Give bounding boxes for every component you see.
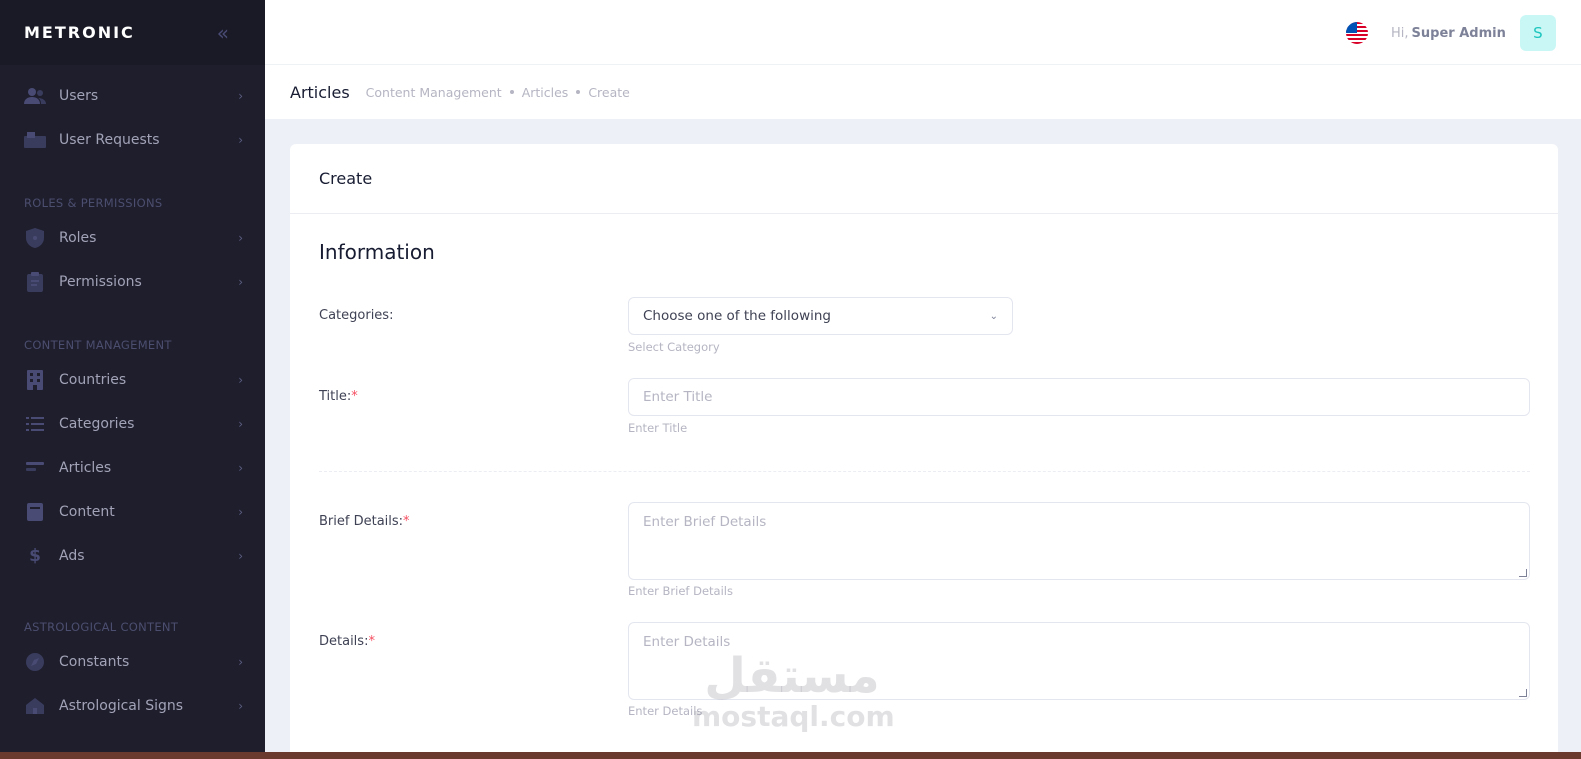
sidebar-item-label: Astrological Signs [59,698,184,714]
chevron-right-icon: › [238,549,243,563]
categories-select[interactable]: Choose one of the following ⌄ [628,297,1013,335]
brief-details-placeholder: Enter Brief Details [643,514,767,530]
sidebar-item-articles[interactable]: Articles › [0,446,265,490]
user-name: Super Admin [1411,25,1506,41]
sidebar-item-ads[interactable]: $ Ads › [0,534,265,578]
categories-hint: Select Category [628,340,720,354]
dollar-icon: $ [29,546,41,566]
sidebar-item-label: Roles [59,230,97,246]
categories-select-value: Choose one of the following [643,308,831,324]
details-label: Details:* [319,634,375,649]
chevron-right-icon: › [238,133,243,147]
categories-label-text: Categories: [319,308,394,323]
section-astrological-content: ASTROLOGICAL CONTENT [24,620,179,634]
breadcrumb-articles[interactable]: Articles [522,85,569,100]
watermark-arabic: مستقل [704,648,880,704]
sidebar-item-label: Articles [59,460,112,476]
clipboard-icon [24,272,46,292]
brief-details-label: Brief Details:* [319,514,410,529]
greeting-text: Hi, [1391,25,1409,41]
collapse-sidebar-icon[interactable]: « [217,21,229,45]
home-icon [24,696,46,716]
sidebar-item-categories[interactable]: Categories › [0,402,265,446]
section-content-management: CONTENT MANAGEMENT [24,338,172,352]
brief-details-textarea[interactable]: Enter Brief Details [628,502,1530,580]
required-mark: * [403,514,410,529]
title-hint: Enter Title [628,421,688,435]
article-icon [24,458,46,478]
sidebar-item-permissions[interactable]: Permissions › [0,260,265,304]
details-label-text: Details: [319,634,369,649]
card-title: Create [319,169,373,188]
sidebar-item-label: User Requests [59,132,160,148]
sidebar-item-label: Countries [59,372,127,388]
chevron-right-icon: › [238,275,243,289]
sidebar-item-astrological-signs[interactable]: Astrological Signs › [0,684,265,728]
sidebar-brand: METRONIC « [0,0,265,65]
sidebar-item-label: Permissions [59,274,142,290]
watermark-latin: mostaql.com [692,700,895,733]
list-icon [24,414,46,434]
sidebar-item-users[interactable]: Users › [0,74,265,118]
sidebar-item-roles[interactable]: Roles › [0,216,265,260]
chevron-right-icon: › [238,699,243,713]
sidebar-item-label: Content [59,504,115,520]
chevron-right-icon: › [238,655,243,669]
sidebar-item-label: Constants [59,654,130,670]
breadcrumb-content-management[interactable]: Content Management [366,85,502,100]
sidebar-item-user-requests[interactable]: User Requests › [0,118,265,162]
chevron-right-icon: › [238,417,243,431]
title-input[interactable]: Enter Title [628,378,1530,416]
subheader: Articles Content Management Articles Cre… [265,65,1581,119]
top-header: Hi, Super Admin S [265,0,1581,65]
box-icon [24,502,46,522]
avatar[interactable]: S [1519,15,1556,51]
sidebar-menu: Users › User Requests › ROLES & PERMISSI… [0,65,265,728]
page-title: Articles [290,82,350,102]
chevron-right-icon: › [238,89,243,103]
user-menu-toggle[interactable]: Hi, Super Admin S [1383,15,1564,51]
sidebar-item-constants[interactable]: Constants › [0,640,265,684]
sidebar-item-label: Users [59,88,99,104]
breadcrumb-separator [509,90,514,94]
chevron-down-icon: ⌄ [989,310,998,322]
users-icon [24,86,46,106]
form-separator [319,471,1530,472]
chevron-right-icon: › [238,373,243,387]
required-mark: * [351,389,358,404]
create-article-card: Create Information Categories: Choose on… [290,144,1558,759]
section-title: Information [319,240,435,264]
brief-details-label-text: Brief Details: [319,514,404,529]
sidebar-item-content[interactable]: Content › [0,490,265,534]
breadcrumb-separator [576,90,581,94]
shield-icon [24,228,46,248]
card-header: Create [290,144,1558,214]
title-label: Title:* [319,389,358,404]
sidebar: METRONIC « Users › User Requests › ROLES… [0,0,265,759]
watermark: مستقل mostaql.com [692,648,895,733]
city-icon [24,370,46,390]
breadcrumb-create[interactable]: Create [588,85,630,100]
bottom-strip [0,752,1581,759]
chevron-right-icon: › [238,505,243,519]
resize-handle-icon[interactable] [1519,569,1527,577]
sidebar-item-label: Ads [59,548,85,564]
required-mark: * [368,634,375,649]
brief-details-hint: Enter Brief Details [628,584,733,598]
brand-logo[interactable]: METRONIC [24,23,135,42]
resize-handle-icon[interactable] [1519,689,1527,697]
section-roles-permissions: ROLES & PERMISSIONS [24,196,163,210]
compass-icon [24,652,46,672]
chevron-right-icon: › [238,461,243,475]
categories-label: Categories: [319,308,393,323]
title-input-placeholder: Enter Title [643,389,713,405]
chevron-right-icon: › [238,231,243,245]
sidebar-item-countries[interactable]: Countries › [0,358,265,402]
building-icon [24,130,46,150]
title-label-text: Title: [319,389,352,404]
us-flag-icon[interactable] [1346,22,1368,44]
sidebar-item-label: Categories [59,416,135,432]
